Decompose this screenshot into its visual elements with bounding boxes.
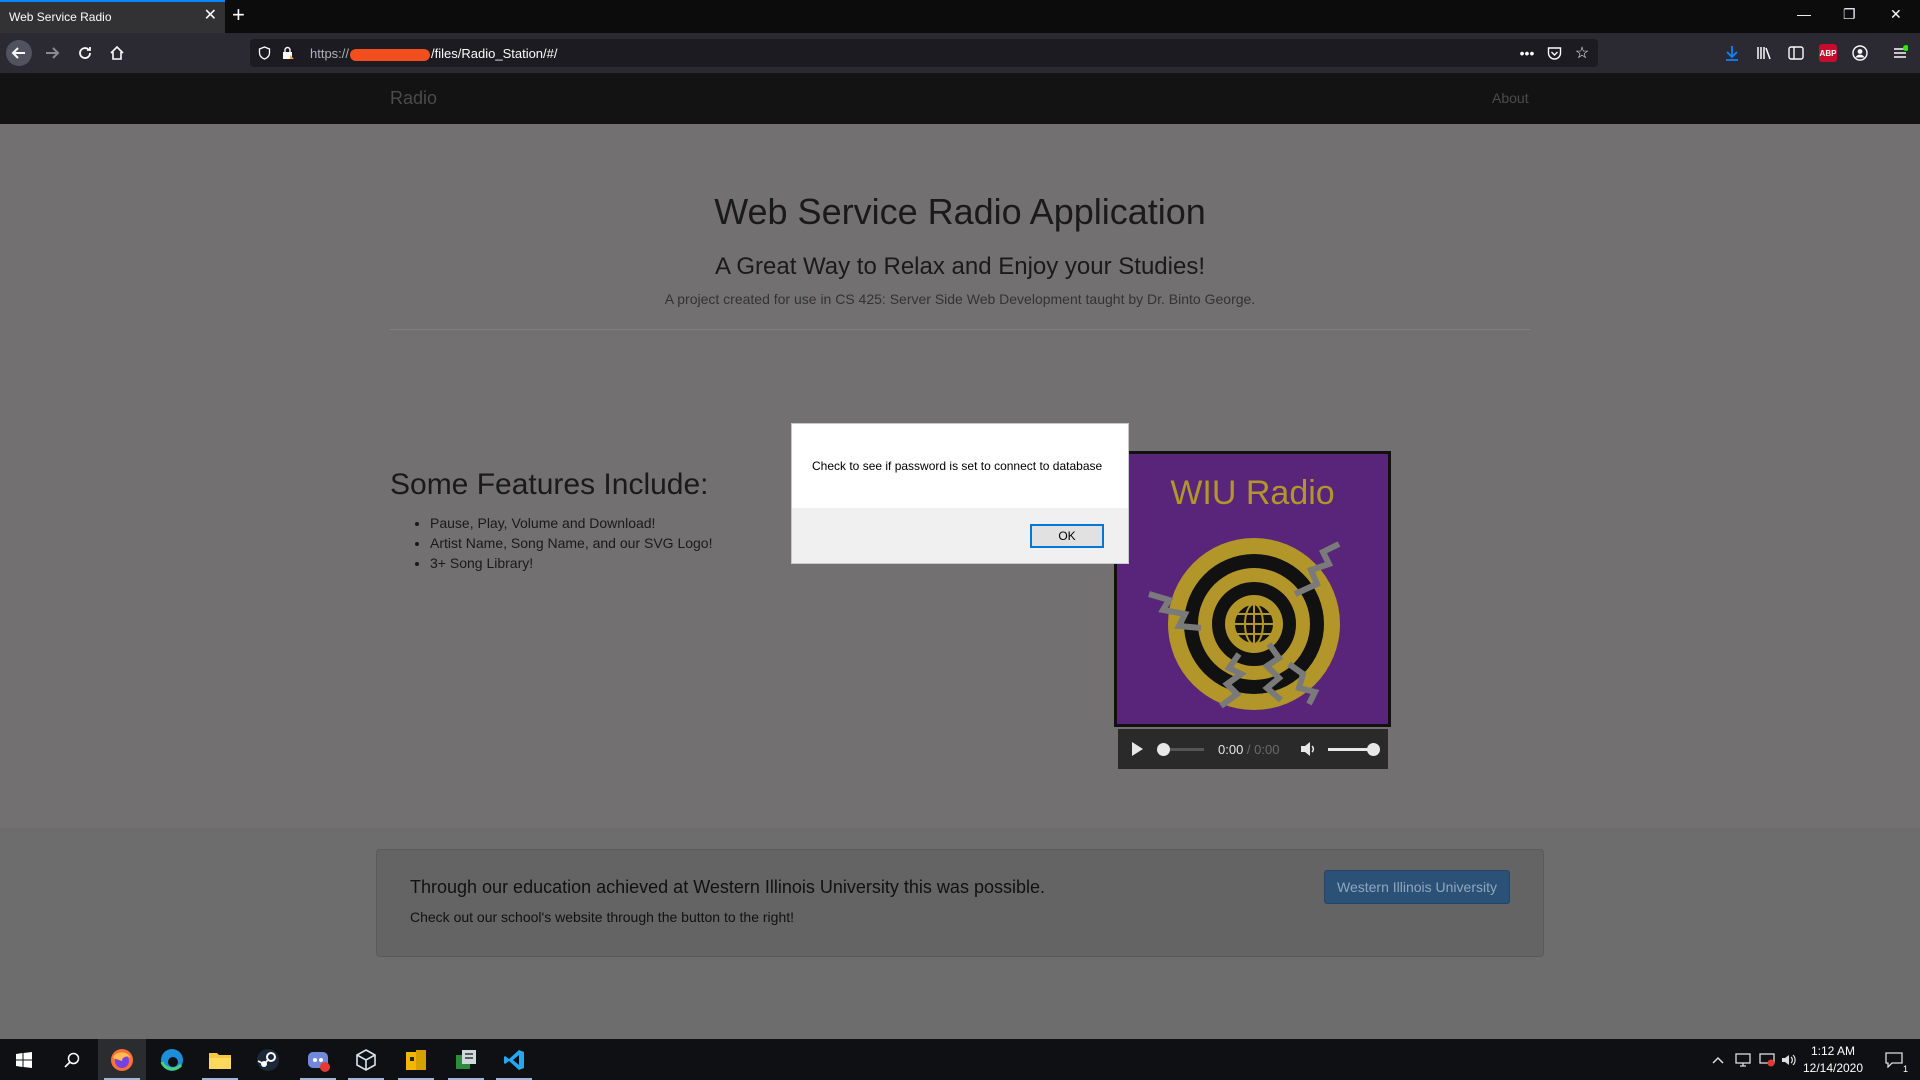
radio-target-globe-icon [1148, 538, 1341, 710]
volume-thumb[interactable] [1367, 743, 1380, 756]
list-item: Artist Name, Song Name, and our SVG Logo… [430, 533, 712, 553]
pocket-icon[interactable] [1544, 43, 1564, 63]
alert-message: Check to see if password is set to conne… [812, 459, 1103, 473]
list-item: Pause, Play, Volume and Download! [430, 513, 712, 533]
new-tab-icon[interactable]: + [232, 4, 245, 26]
redaction-mark [350, 48, 431, 61]
footer-text: Check out our school's website through t… [410, 909, 795, 925]
show-hidden-icons[interactable] [1708, 1039, 1728, 1080]
volume-slider[interactable] [1328, 743, 1380, 756]
search-icon [64, 1052, 80, 1068]
sidebar-icon[interactable] [1785, 42, 1807, 64]
taskbar-edge[interactable] [148, 1039, 196, 1080]
reload-button[interactable] [72, 40, 98, 66]
taskbar-app-yellow[interactable] [392, 1039, 440, 1080]
footer-well: Through our education achieved at Wester… [376, 849, 1544, 957]
discord-icon [308, 1051, 330, 1072]
library-icon[interactable] [1753, 42, 1775, 64]
firefox-icon [111, 1048, 133, 1071]
window-close-icon[interactable]: ✕ [1890, 6, 1902, 23]
address-bar[interactable]: https:///files/Radio_Station/#/ ••• ☆ [250, 39, 1598, 67]
tray-network-icon[interactable] [1732, 1039, 1754, 1080]
about-link[interactable]: About [1492, 90, 1529, 106]
wiu-website-button[interactable]: Western Illinois University [1324, 870, 1510, 904]
play-button[interactable] [1130, 741, 1144, 762]
menu-icon[interactable] [1889, 42, 1911, 64]
chevron-up-icon [1712, 1056, 1724, 1064]
url-text: https:///files/Radio_Station/#/ [310, 46, 558, 61]
close-tab-icon[interactable]: ✕ [204, 7, 217, 25]
minimize-icon[interactable]: — [1797, 6, 1811, 22]
taskbar-steam[interactable] [244, 1039, 292, 1080]
progress-thumb[interactable] [1157, 743, 1170, 756]
notification-count: 1 [1902, 1064, 1908, 1074]
shield-icon[interactable] [254, 43, 274, 63]
audio-player: 0:00 / 0:00 [1118, 729, 1388, 769]
adblock-plus-icon[interactable]: ABP [1817, 42, 1839, 64]
taskbar-vscode[interactable] [490, 1039, 538, 1080]
clock-date: 12/14/2020 [1802, 1061, 1864, 1075]
site-navbar: Radio About [0, 73, 1920, 124]
site-brand-link[interactable]: Radio [390, 88, 437, 109]
cube-icon [356, 1048, 376, 1071]
back-arrow-icon [11, 47, 25, 59]
account-icon[interactable] [1849, 42, 1871, 64]
web-page: Radio About Web Service Radio Applicatio… [0, 73, 1920, 1039]
features-heading: Some Features Include: [390, 468, 709, 501]
player-time: 0:00 / 0:00 [1218, 742, 1280, 757]
back-button[interactable] [6, 40, 32, 66]
footer-title: Through our education achieved at Wester… [410, 877, 1045, 897]
page-subtitle: A Great Way to Relax and Enjoy your Stud… [714, 253, 1206, 280]
taskbar-discord[interactable] [294, 1039, 342, 1080]
windows-taskbar: 1:12 AM 12/14/2020 1 [0, 1039, 1920, 1080]
forward-button[interactable] [39, 40, 65, 66]
clock-time: 1:12 AM [1810, 1044, 1856, 1058]
windows-logo-icon [16, 1051, 32, 1068]
folder-icon [209, 1052, 231, 1069]
search-button[interactable] [48, 1039, 96, 1080]
taskbar-app-green[interactable] [442, 1039, 490, 1080]
taskbar-clock[interactable]: 1:12 AM 12/14/2020 [1798, 1043, 1868, 1077]
tray-volume-icon[interactable] [1778, 1039, 1800, 1080]
lock-warning-icon[interactable] [278, 43, 298, 63]
wiu-radio-logo: WIU Radio [1114, 451, 1391, 727]
restore-icon[interactable]: ❐ [1843, 6, 1856, 23]
page-description: A project created for use in CS 425: Ser… [664, 291, 1256, 307]
play-icon [1132, 742, 1143, 756]
features-list: Pause, Play, Volume and Download! Artist… [410, 513, 712, 573]
divider [390, 329, 1530, 330]
app-yellow-icon [406, 1049, 426, 1070]
taskbar-virtualbox[interactable] [342, 1039, 390, 1080]
ok-button[interactable]: OK [1030, 524, 1104, 548]
tab-title: Web Service Radio [9, 10, 112, 24]
notification-center-button[interactable]: 1 [1876, 1039, 1912, 1080]
browser-tab-active[interactable]: Web Service Radio ✕ [0, 0, 225, 33]
edge-icon [160, 1048, 183, 1071]
steam-icon [257, 1048, 279, 1071]
tray-monitor-warning-icon[interactable] [1756, 1039, 1778, 1080]
bookmark-star-icon[interactable]: ☆ [1572, 43, 1592, 63]
alert-body: Check to see if password is set to conne… [792, 424, 1128, 508]
volume-icon [1301, 742, 1315, 756]
vscode-icon [504, 1049, 524, 1070]
page-actions-icon[interactable]: ••• [1517, 43, 1537, 63]
reload-icon [79, 47, 91, 59]
progress-slider[interactable] [1157, 743, 1204, 756]
taskbar-file-explorer[interactable] [196, 1039, 244, 1080]
app-green-icon [456, 1049, 476, 1069]
list-item: 3+ Song Library! [430, 553, 712, 573]
downloads-icon[interactable] [1721, 42, 1743, 64]
browser-nav-bar: https:///files/Radio_Station/#/ ••• ☆ AB… [0, 33, 1920, 73]
alert-dialog: Check to see if password is set to conne… [791, 423, 1129, 564]
home-icon [110, 45, 124, 60]
logo-text: WIU Radio [1170, 474, 1335, 512]
taskbar-firefox[interactable] [98, 1039, 146, 1080]
notification-icon [1885, 1051, 1903, 1068]
page-title: Web Service Radio Application [714, 191, 1206, 232]
start-button[interactable] [0, 1039, 48, 1080]
browser-tab-bar: Web Service Radio ✕ + — ❐ ✕ [0, 0, 1920, 33]
forward-arrow-icon [46, 47, 60, 59]
mute-button[interactable] [1300, 741, 1318, 762]
home-button[interactable] [104, 40, 130, 66]
